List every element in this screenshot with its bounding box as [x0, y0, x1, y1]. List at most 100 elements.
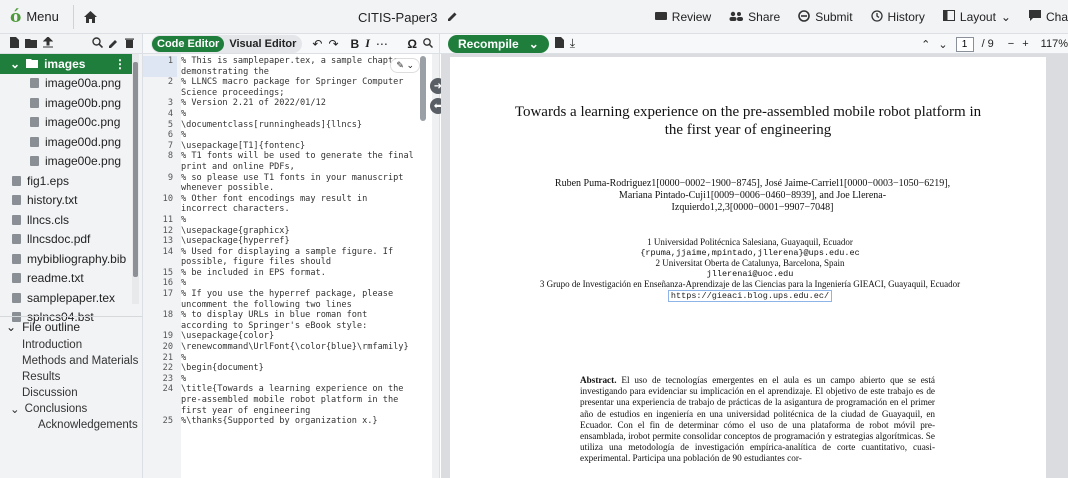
zoom-in-icon[interactable]: + [1022, 38, 1028, 50]
file-item[interactable]: history.txt [0, 191, 132, 211]
visual-editor-tab[interactable]: Visual Editor [224, 36, 301, 52]
code-editor-tab[interactable]: Code Editor [152, 35, 225, 52]
chevron-down-icon: ⌄ [6, 319, 17, 334]
file-tree-scrollbar[interactable] [132, 54, 139, 304]
file-icon [12, 175, 21, 186]
image-file-icon [30, 78, 39, 89]
code-line[interactable]: 18 % to display URLs in blue roman font a… [143, 310, 432, 331]
file-item[interactable]: image00e.png [0, 152, 132, 172]
review-button[interactable]: Review [646, 0, 720, 34]
page-number-input[interactable] [955, 36, 974, 52]
code-line[interactable]: 9 % so please use T1 fonts in your manusc… [143, 173, 432, 194]
file-item[interactable]: llncs.cls [0, 210, 132, 230]
file-list: ⌄ images ⋮ image00a.png image00b.png image… [0, 54, 132, 327]
outline-item[interactable]: Discussion [0, 385, 142, 401]
code-line[interactable]: 14 % Used for displaying a sample figure.… [143, 247, 432, 268]
code-text: % [181, 373, 187, 384]
file-item[interactable]: image00c.png [0, 113, 132, 133]
code-line[interactable]: 22 \begin{document} [143, 363, 432, 374]
symbol-palette-icon[interactable]: Ω [407, 37, 417, 51]
chat-button[interactable]: Cha [1020, 0, 1068, 34]
affiliation-url-link[interactable]: https://gieaci.blog.ups.edu.ec/ [667, 289, 833, 302]
file-item[interactable]: mybibliography.bib [0, 249, 132, 269]
code-text: % [181, 108, 187, 119]
rename-icon[interactable] [109, 37, 119, 51]
italic-icon[interactable]: I [365, 36, 370, 51]
code-line[interactable]: 16% [143, 278, 432, 289]
editor-float-pencil[interactable]: ✎ ⌄ [390, 58, 420, 73]
zoom-out-icon[interactable]: − [1008, 38, 1014, 50]
code-line[interactable]: 1% This is samplepaper.tex, a sample cha… [143, 56, 432, 78]
line-number: 24 [162, 384, 173, 395]
pane-divider[interactable] [432, 54, 440, 478]
project-title[interactable]: CITIS-Paper3 [358, 0, 458, 34]
next-page-icon[interactable]: ⌄ [938, 38, 947, 51]
bold-icon[interactable]: B [351, 37, 360, 51]
code-line[interactable]: 2 % LLNCS macro package for Springer Comp… [143, 77, 432, 98]
folder-menu-icon[interactable]: ⋮ [114, 57, 126, 71]
file-item[interactable]: readme.txt [0, 269, 132, 289]
code-editor[interactable]: 1% This is samplepaper.tex, a sample cha… [143, 54, 432, 478]
code-line[interactable]: 19 \usepackage{color} [143, 331, 432, 342]
file-item[interactable]: fig1.eps [0, 171, 132, 191]
history-button[interactable]: History [862, 0, 934, 34]
affiliation-1-email: {rpuma,jjaime,mpintado,jllerena}@ups.edu… [640, 247, 860, 258]
layout-button[interactable]: Layout ⌄ [934, 0, 1020, 34]
upload-icon[interactable] [42, 35, 54, 51]
outline-item[interactable]: Acknowledgements [0, 417, 142, 433]
outline-item[interactable]: ⌄ Conclusions [0, 401, 142, 417]
code-line[interactable]: 12 \usepackage{graphicx} [143, 226, 432, 237]
code-line[interactable]: 17 % If you use the hyperref package, ple… [143, 289, 432, 310]
new-folder-icon[interactable] [25, 37, 37, 51]
zoom-level[interactable]: 117% [1041, 38, 1068, 50]
outline-item[interactable]: Methods and Materials [0, 353, 142, 369]
prev-page-icon[interactable]: ⌃ [921, 38, 930, 51]
file-outline-header[interactable]: ⌄ File outline [0, 316, 142, 336]
code-line[interactable]: 23% [143, 374, 432, 385]
outline-item[interactable]: Results [0, 369, 142, 385]
code-line[interactable]: 10 % Other font encodings may result in i… [143, 194, 432, 215]
folder-images[interactable]: ⌄ images ⋮ [0, 54, 132, 74]
file-item[interactable]: image00b.png [0, 93, 132, 113]
pencil-icon[interactable] [447, 10, 458, 25]
submit-button[interactable]: Submit [789, 0, 861, 34]
search-icon[interactable] [92, 36, 104, 51]
menu-button[interactable]: ó Menu [10, 7, 59, 27]
home-icon[interactable] [72, 4, 97, 29]
code-line[interactable]: 15 % be included in EPS format. [143, 268, 432, 279]
code-line[interactable]: 25 %\thanks{Supported by organization x.} [143, 416, 432, 427]
file-item[interactable]: image00d.png [0, 132, 132, 152]
editor-scrollbar[interactable] [420, 54, 426, 478]
code-line[interactable]: 11% [143, 215, 432, 226]
recompile-button[interactable]: Recompile ⌄ [448, 34, 549, 53]
file-item[interactable]: llncsdoc.pdf [0, 230, 132, 250]
new-file-icon[interactable] [10, 36, 19, 51]
undo-icon[interactable]: ↶ [312, 37, 322, 51]
code-line[interactable]: 6% [143, 130, 432, 141]
download-pdf-icon[interactable]: ⤓ [570, 36, 575, 51]
delete-icon[interactable] [125, 37, 134, 51]
file-item[interactable]: samplepaper.tex [0, 288, 132, 308]
code-line[interactable]: 13 \usepackage{hyperref} [143, 236, 432, 247]
code-line[interactable]: 8 % T1 fonts will be used to generate the… [143, 151, 432, 172]
code-line[interactable]: 4% [143, 109, 432, 120]
file-outline-list: Introduction Methods and Materials Resul… [0, 337, 142, 433]
code-line[interactable]: 24 \title{Towards a learning experience o… [143, 384, 432, 416]
editor-search-icon[interactable] [423, 37, 434, 51]
code-line[interactable]: 3 % Version 2.21 of 2022/01/12 [143, 98, 432, 109]
logs-icon[interactable] [554, 36, 564, 51]
recompile-options-icon[interactable]: ⌄ [529, 37, 539, 51]
code-line[interactable]: 7 \usepackage[T1]{fontenc} [143, 141, 432, 152]
share-button[interactable]: Share [720, 0, 789, 34]
image-file-icon [30, 136, 39, 147]
line-number: 16 [162, 278, 173, 289]
outline-item[interactable]: Introduction [0, 337, 142, 353]
code-line[interactable]: 5 \documentclass[runningheads]{llncs} [143, 120, 432, 131]
code-text: % so please use T1 fonts in your manuscr… [181, 172, 409, 194]
code-line[interactable]: 20 \renewcommand\UrlFont{\color{blue}\rmf… [143, 342, 432, 353]
code-line[interactable]: 21% [143, 353, 432, 364]
more-icon[interactable]: ⋯ [376, 37, 388, 51]
redo-icon[interactable]: ↷ [328, 37, 338, 51]
pdf-viewer[interactable]: Towards a learning experience on the pre… [441, 54, 1068, 478]
file-item[interactable]: image00a.png [0, 74, 132, 94]
